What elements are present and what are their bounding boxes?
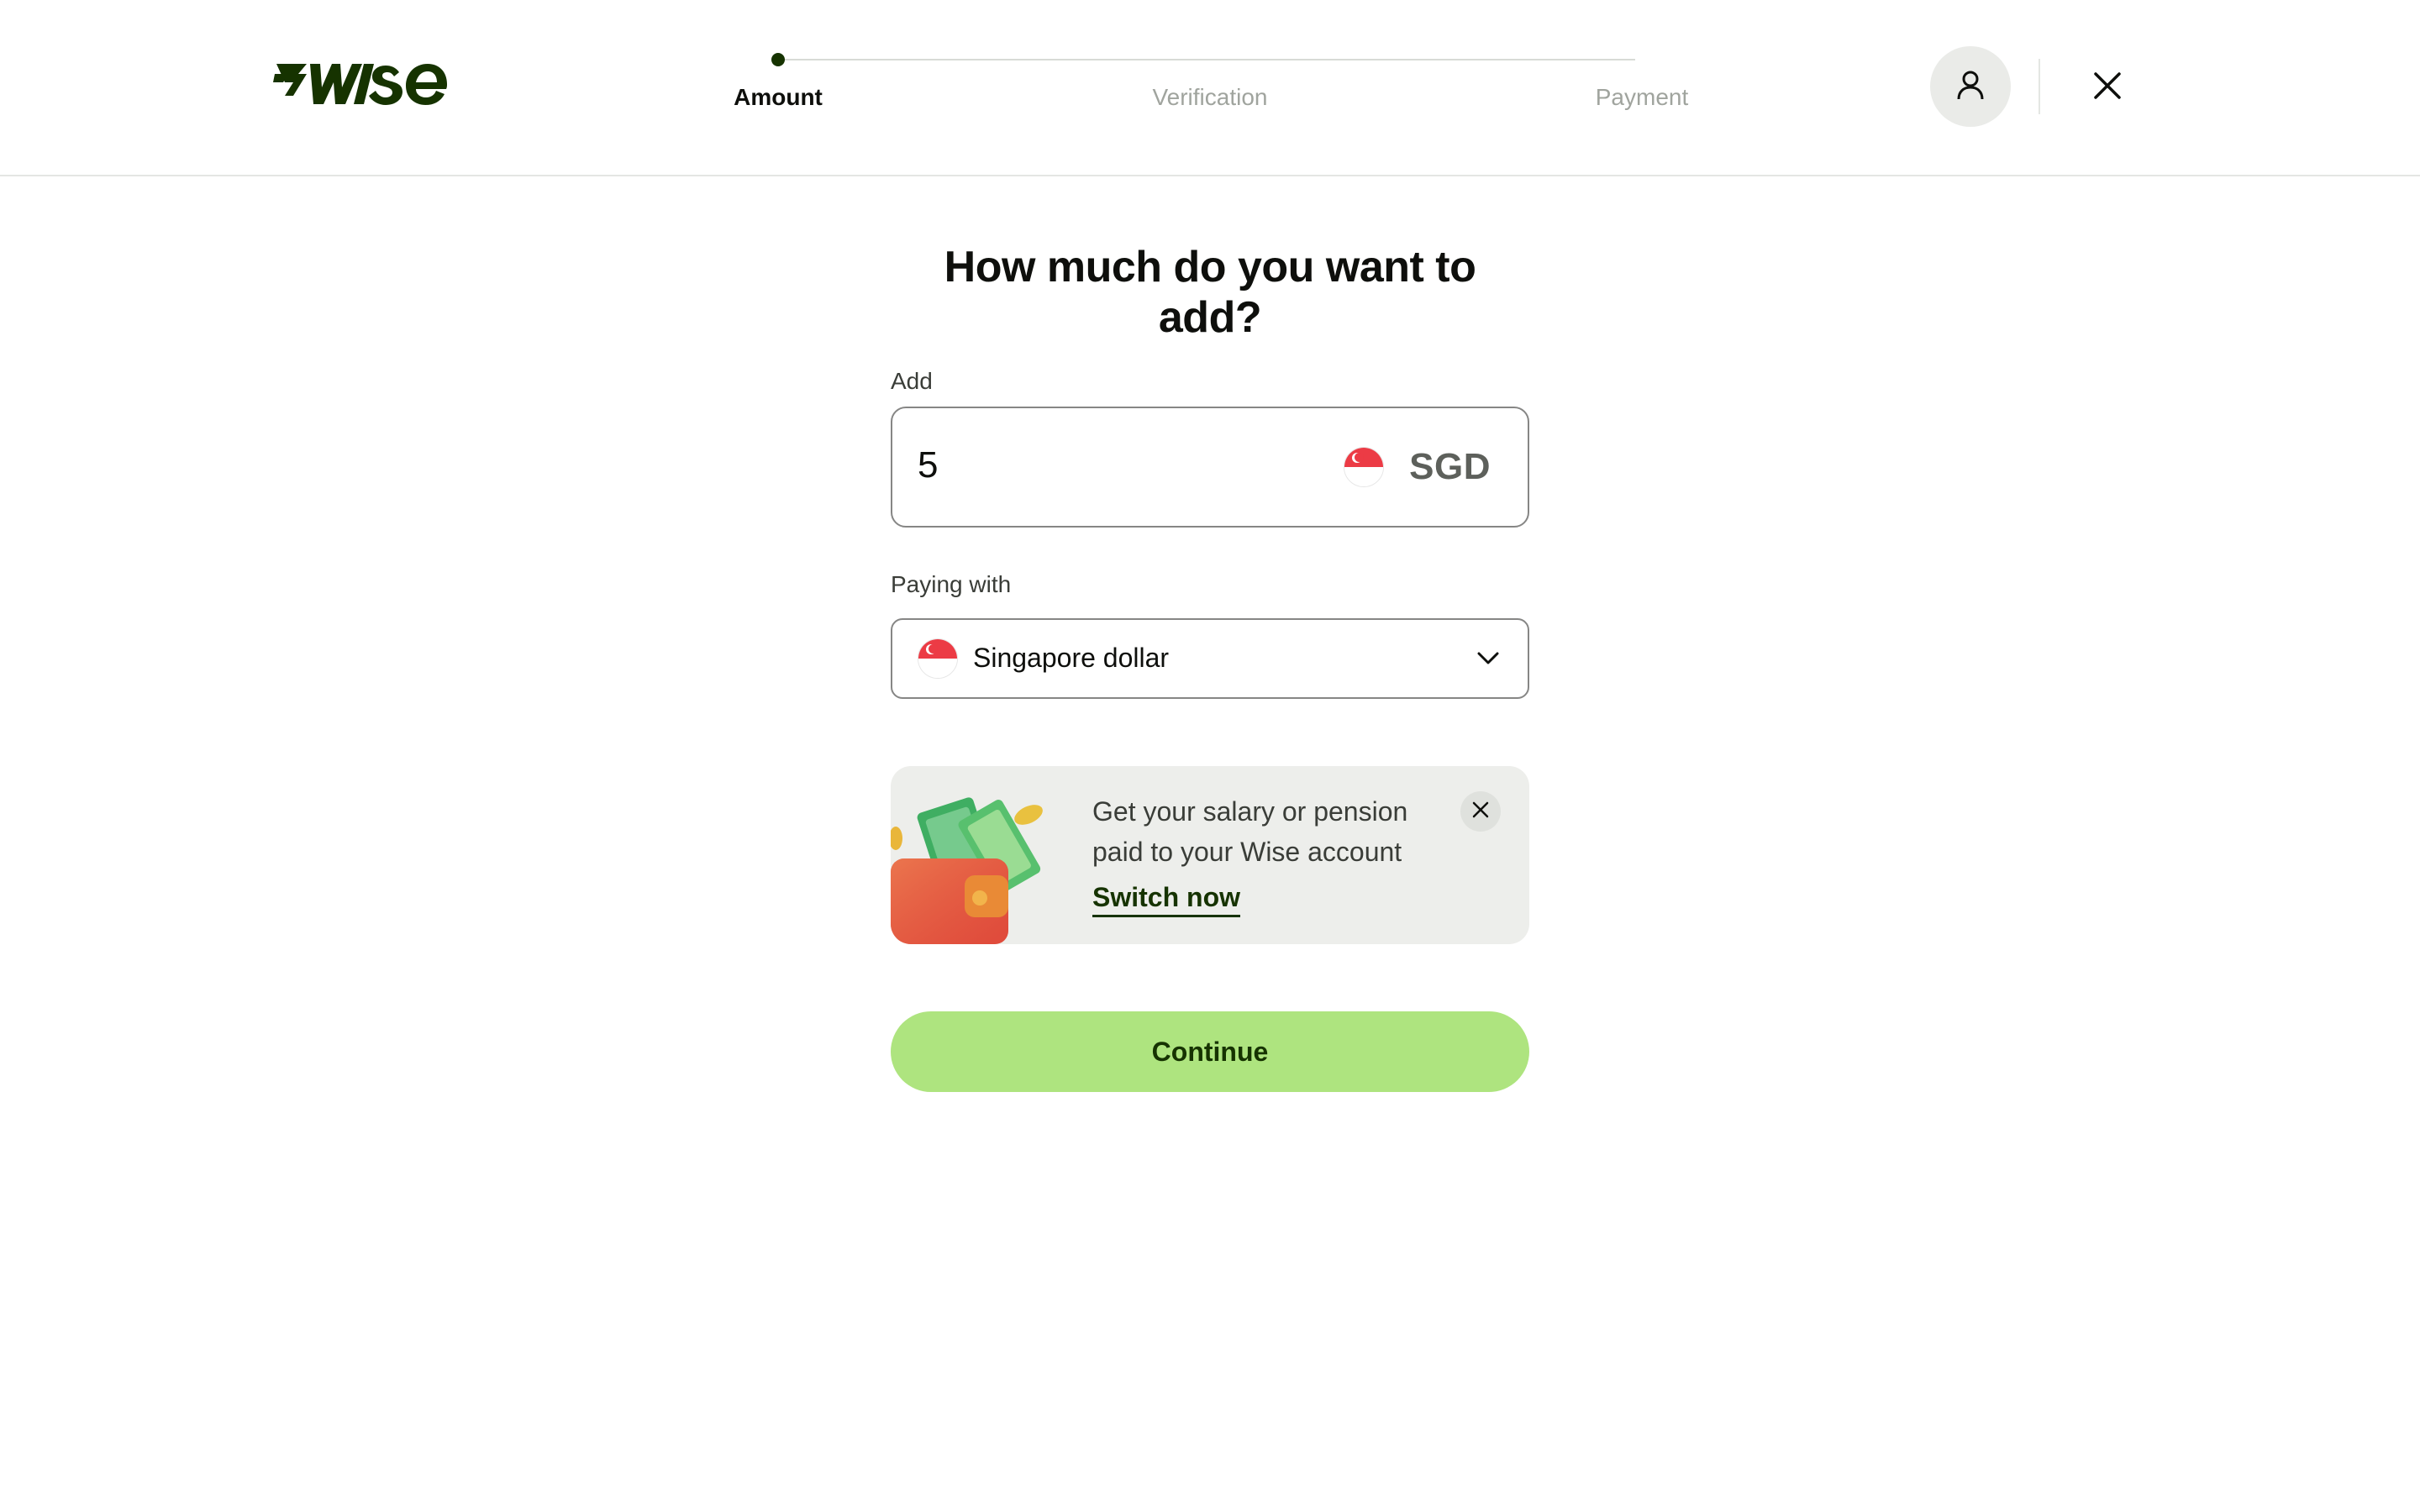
amount-field: SGD bbox=[891, 407, 1529, 528]
salary-promo-banner: Get your salary or pension paid to your … bbox=[891, 766, 1529, 944]
dismiss-promo-button[interactable] bbox=[1460, 791, 1501, 832]
paying-with-value: Singapore dollar bbox=[973, 643, 1170, 673]
user-icon bbox=[1954, 68, 1987, 106]
promo-text: Get your salary or pension paid to your … bbox=[1092, 796, 1408, 867]
close-button[interactable] bbox=[2087, 67, 2128, 108]
continue-button[interactable]: Continue bbox=[891, 1011, 1529, 1092]
step-verification: Verification bbox=[1152, 84, 1268, 110]
header: Amount Verification Payment bbox=[0, 0, 2420, 176]
close-icon bbox=[1471, 801, 1490, 823]
currency-selector[interactable]: SGD bbox=[1344, 445, 1491, 489]
singapore-flag-icon bbox=[1344, 447, 1385, 487]
page-title: How much do you want to add? bbox=[944, 243, 1476, 342]
close-icon bbox=[2092, 71, 2123, 105]
wallet-with-money-illustration bbox=[891, 766, 1059, 944]
add-money-page: Amount Verification Payment How much do … bbox=[0, 0, 2420, 1512]
chevron-down-icon bbox=[1474, 643, 1502, 672]
stepper-current-dot bbox=[771, 53, 785, 66]
progress-stepper: Amount Verification Payment bbox=[723, 42, 1697, 126]
singapore-flag-icon bbox=[918, 638, 958, 679]
add-label: Add bbox=[891, 368, 933, 394]
step-amount: Amount bbox=[734, 84, 823, 110]
step-payment: Payment bbox=[1595, 84, 1689, 110]
amount-input[interactable] bbox=[918, 440, 1254, 491]
wise-logo[interactable] bbox=[273, 57, 451, 108]
header-divider bbox=[2039, 59, 2040, 114]
paying-with-label: Paying with bbox=[891, 571, 1012, 597]
paying-with-select[interactable]: Singapore dollar bbox=[891, 618, 1529, 699]
account-button[interactable] bbox=[1930, 46, 2011, 127]
currency-code: SGD bbox=[1409, 446, 1491, 487]
stepper-track bbox=[778, 59, 1635, 60]
switch-now-link[interactable]: Switch now bbox=[1092, 882, 1240, 917]
